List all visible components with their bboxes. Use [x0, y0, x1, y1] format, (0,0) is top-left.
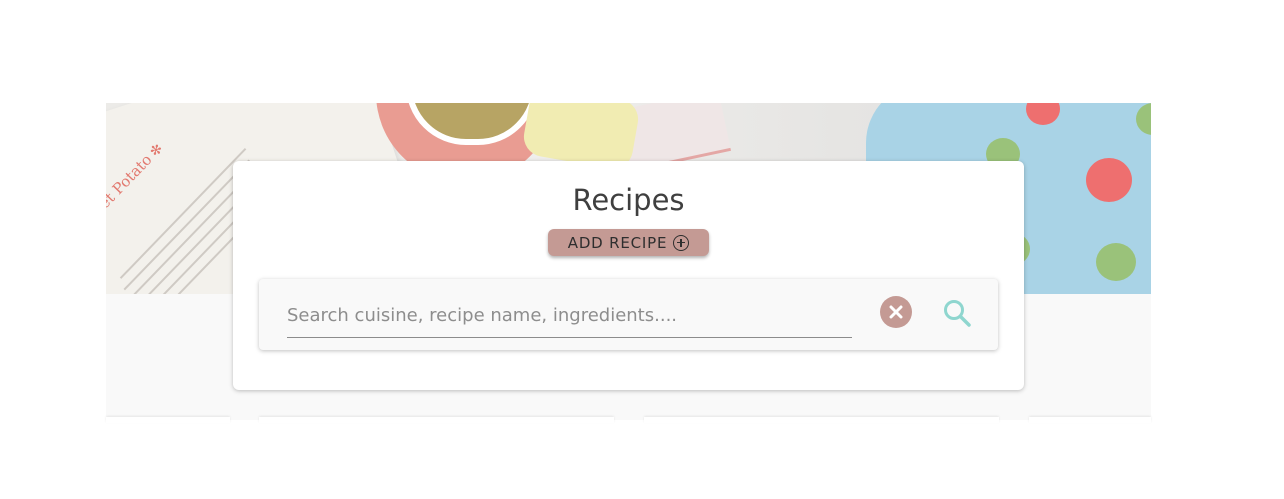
cookbook-heading: et Potato✻ [106, 140, 167, 213]
clear-search-button[interactable] [880, 296, 912, 328]
search-button[interactable] [939, 295, 975, 331]
plus-circle-icon [673, 234, 690, 251]
recipe-card[interactable] [644, 417, 999, 423]
page: et Potato✻ Recipes ADD RECIPE [0, 0, 1284, 499]
apple-icon [1136, 103, 1151, 135]
apple-icon [1026, 103, 1060, 125]
search-bar [259, 279, 998, 350]
add-recipe-label: ADD RECIPE [567, 233, 668, 252]
apple-icon [1086, 158, 1132, 202]
apple-icon [1096, 243, 1136, 281]
recipe-card[interactable] [259, 417, 614, 423]
recipe-card[interactable] [106, 417, 230, 423]
search-icon [944, 300, 971, 327]
recipes-panel: Recipes ADD RECIPE [233, 161, 1024, 390]
page-title: Recipes [572, 183, 685, 217]
close-icon [889, 305, 903, 319]
search-input[interactable] [287, 293, 852, 338]
recipe-card[interactable] [1029, 417, 1151, 423]
recipe-cards-row [106, 417, 1151, 423]
add-recipe-button[interactable]: ADD RECIPE [548, 229, 709, 256]
